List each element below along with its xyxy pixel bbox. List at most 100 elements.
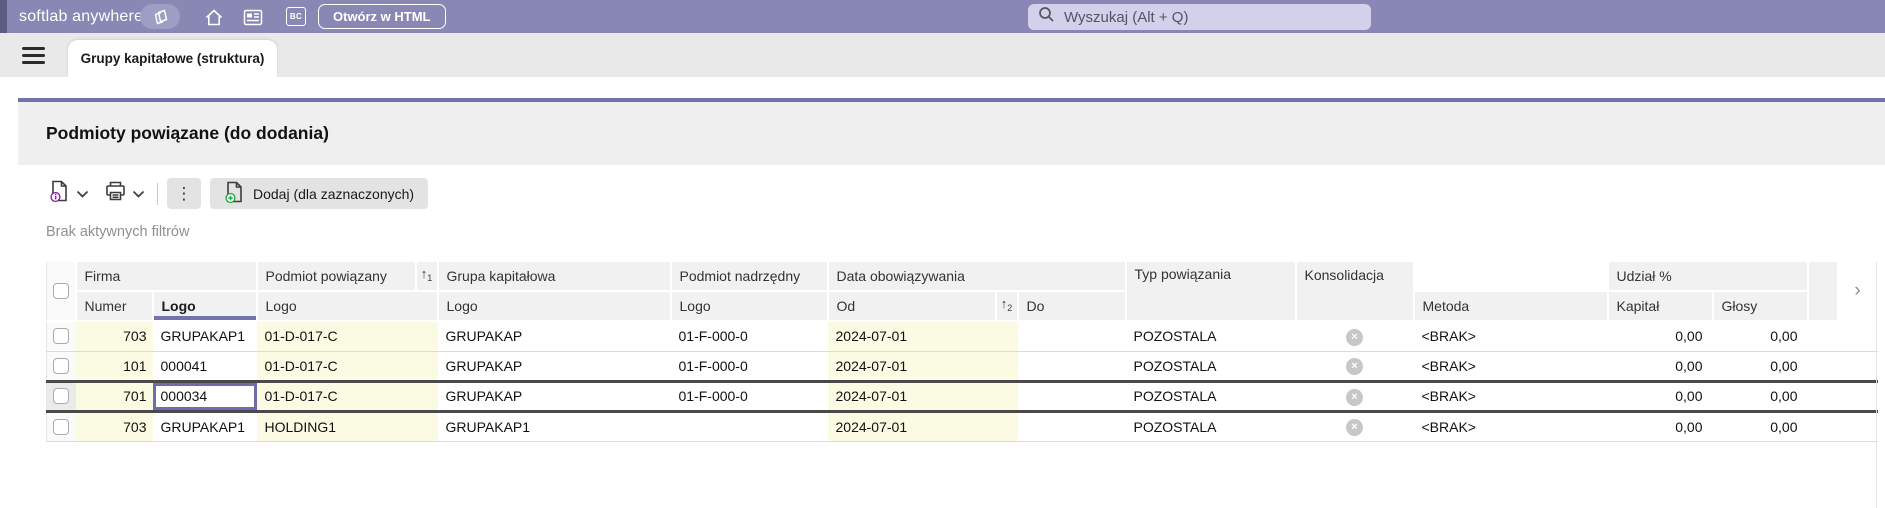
export-button[interactable] bbox=[46, 178, 72, 209]
cell-do[interactable] bbox=[1017, 411, 1126, 442]
cell-typ-powiazania[interactable]: POZOSTALA bbox=[1125, 379, 1296, 413]
cell-podmiot-nadrzedny-logo[interactable]: 01-F-000-0 bbox=[670, 321, 828, 352]
cell-typ-powiazania[interactable]: POZOSTALA bbox=[1125, 321, 1296, 352]
cell-glosy[interactable]: 0,00 bbox=[1712, 411, 1808, 442]
cell-trailing bbox=[1807, 411, 1838, 442]
cell-podmiot-powiazany-logo[interactable]: 01-D-017-C bbox=[256, 321, 438, 352]
cell-grupa-kapitalowa-logo[interactable]: GRUPAKAP1 bbox=[437, 411, 671, 442]
cell-konsolidacja[interactable]: × bbox=[1295, 411, 1414, 442]
select-all-checkbox[interactable] bbox=[52, 283, 69, 299]
column-header-typ-powiazania[interactable]: Typ powiązania bbox=[1125, 262, 1297, 322]
cell-kapital[interactable]: 0,00 bbox=[1607, 351, 1713, 382]
cell-podmiot-nadrzedny-logo[interactable]: 01-F-000-0 bbox=[670, 379, 828, 413]
cell-od[interactable]: 2024-07-01 bbox=[827, 379, 1018, 413]
global-search[interactable] bbox=[1028, 4, 1371, 30]
cell-numer[interactable]: 703 bbox=[75, 321, 153, 352]
column-header-grupa-kapitalowa-logo[interactable]: Logo bbox=[437, 291, 672, 322]
cell-kapital[interactable]: 0,00 bbox=[1607, 379, 1713, 413]
group-header-grupa-kapitalowa[interactable]: Grupa kapitałowa bbox=[437, 262, 672, 292]
add-selected-button[interactable]: Dodaj (dla zaznaczonych) bbox=[210, 178, 429, 209]
group-header-data-obowiazywania[interactable]: Data obowiązywania bbox=[827, 262, 1127, 292]
home-button[interactable] bbox=[204, 7, 224, 27]
group-header-podmiot-nadrzedny[interactable]: Podmiot nadrzędny bbox=[670, 262, 829, 292]
cell-firma-logo-focused[interactable]: 000034 bbox=[152, 379, 257, 413]
group-header-podmiot-powiazany[interactable]: Podmiot powiązany ↑ 1 bbox=[256, 262, 439, 292]
cell-grupa-kapitalowa-logo[interactable]: GRUPAKAP bbox=[437, 321, 671, 352]
group-header-firma[interactable]: Firma bbox=[75, 262, 258, 292]
cell-grupa-kapitalowa-logo[interactable]: GRUPAKAP bbox=[437, 379, 671, 413]
cell-podmiot-powiazany-logo[interactable]: HOLDING1 bbox=[256, 411, 438, 442]
kebab-menu-icon: ⋮ bbox=[175, 183, 193, 204]
cell-kapital[interactable]: 0,00 bbox=[1607, 321, 1713, 352]
cell-konsolidacja[interactable]: × bbox=[1295, 321, 1414, 352]
filters-status: Brak aktywnych filtrów bbox=[46, 224, 190, 240]
column-header-metoda[interactable]: Metoda bbox=[1413, 291, 1609, 322]
consolidation-off-icon: × bbox=[1346, 419, 1363, 436]
cell-grupa-kapitalowa-logo[interactable]: GRUPAKAP bbox=[437, 351, 671, 382]
cell-glosy[interactable]: 0,00 bbox=[1712, 321, 1808, 352]
cell-firma-logo[interactable]: GRUPAKAP1 bbox=[152, 321, 257, 352]
menu-button[interactable] bbox=[22, 47, 45, 64]
cell-od[interactable]: 2024-07-01 bbox=[827, 411, 1018, 442]
cell-typ-powiazania[interactable]: POZOSTALA bbox=[1125, 351, 1296, 382]
more-actions-button[interactable]: ⋮ bbox=[167, 178, 201, 209]
cell-numer[interactable]: 101 bbox=[75, 351, 153, 382]
column-header-glosy[interactable]: Głosy bbox=[1712, 291, 1809, 322]
scroll-columns-right[interactable]: › bbox=[1837, 262, 1879, 322]
print-dropdown[interactable] bbox=[128, 178, 148, 209]
news-button[interactable] bbox=[243, 7, 263, 27]
column-header-konsolidacja[interactable]: Konsolidacja bbox=[1295, 262, 1415, 322]
export-dropdown[interactable] bbox=[72, 178, 92, 209]
cell-numer[interactable]: 703 bbox=[75, 411, 153, 442]
cell-podmiot-nadrzedny-logo[interactable]: 01-F-000-0 bbox=[670, 351, 828, 382]
cell-metoda[interactable]: <BRAK> bbox=[1413, 321, 1608, 352]
column-header-podmiot-powiazany-logo[interactable]: Logo bbox=[256, 291, 439, 322]
cell-do[interactable] bbox=[1017, 379, 1126, 413]
cell-podmiot-powiazany-logo[interactable]: 01-D-017-C bbox=[256, 379, 438, 413]
printer-icon bbox=[104, 180, 127, 207]
cell-firma-logo[interactable]: 000041 bbox=[152, 351, 257, 382]
column-header-firma-logo[interactable]: Logo bbox=[152, 291, 258, 322]
cell-metoda[interactable]: <BRAK> bbox=[1413, 351, 1608, 382]
document-info-icon bbox=[49, 179, 70, 208]
sort-asc-icon[interactable]: ↑ 1 bbox=[414, 262, 437, 290]
cell-do[interactable] bbox=[1017, 321, 1126, 352]
table-row[interactable]: 703 GRUPAKAP1 01-D-017-C GRUPAKAP 01-F-0… bbox=[46, 321, 1878, 352]
row-checkbox[interactable] bbox=[53, 357, 70, 374]
table-row-selected[interactable]: 701 000034 01-D-017-C GRUPAKAP 01-F-000-… bbox=[46, 379, 1878, 413]
table-row[interactable]: 101 000041 01-D-017-C GRUPAKAP 01-F-000-… bbox=[46, 351, 1878, 382]
cell-od[interactable]: 2024-07-01 bbox=[827, 321, 1018, 352]
cell-firma-logo[interactable]: GRUPAKAP1 bbox=[152, 411, 257, 442]
cell-kapital[interactable]: 0,00 bbox=[1607, 411, 1713, 442]
tab-grupy-kapitalowe[interactable]: Grupy kapitałowe (struktura) bbox=[68, 40, 277, 77]
cell-glosy[interactable]: 0,00 bbox=[1712, 351, 1808, 382]
bc-module-button[interactable]: BC bbox=[286, 7, 306, 26]
cell-typ-powiazania[interactable]: POZOSTALA bbox=[1125, 411, 1296, 442]
trailing-column bbox=[1807, 262, 1839, 322]
row-checkbox[interactable] bbox=[53, 418, 70, 435]
cell-numer[interactable]: 701 bbox=[75, 379, 153, 413]
row-checkbox[interactable] bbox=[53, 388, 70, 404]
sort-asc-icon[interactable]: ↑ 2 bbox=[994, 292, 1017, 320]
cell-podmiot-powiazany-logo[interactable]: 01-D-017-C bbox=[256, 351, 438, 382]
cell-metoda[interactable]: <BRAK> bbox=[1413, 379, 1608, 413]
column-header-od[interactable]: Od ↑ 2 bbox=[827, 291, 1019, 322]
cell-podmiot-nadrzedny-logo[interactable] bbox=[670, 411, 828, 442]
column-header-do[interactable]: Do bbox=[1017, 291, 1127, 322]
cell-metoda[interactable]: <BRAK> bbox=[1413, 411, 1608, 442]
print-button[interactable] bbox=[102, 178, 128, 209]
cell-do[interactable] bbox=[1017, 351, 1126, 382]
workspaces-button[interactable] bbox=[140, 4, 180, 29]
table-row[interactable]: 703 GRUPAKAP1 HOLDING1 GRUPAKAP1 2024-07… bbox=[46, 411, 1878, 442]
column-header-kapital[interactable]: Kapitał bbox=[1607, 291, 1714, 322]
group-header-udzial[interactable]: Udział % bbox=[1607, 262, 1809, 292]
cell-konsolidacja[interactable]: × bbox=[1295, 351, 1414, 382]
cell-od[interactable]: 2024-07-01 bbox=[827, 351, 1018, 382]
column-header-podmiot-nadrzedny-logo[interactable]: Logo bbox=[670, 291, 829, 322]
cell-glosy[interactable]: 0,00 bbox=[1712, 379, 1808, 413]
column-header-numer[interactable]: Numer bbox=[75, 291, 154, 322]
cell-konsolidacja[interactable]: × bbox=[1295, 379, 1414, 413]
row-checkbox[interactable] bbox=[53, 328, 70, 345]
open-in-html-button[interactable]: Otwórz w HTML bbox=[318, 4, 446, 29]
search-input[interactable] bbox=[1064, 8, 1361, 26]
